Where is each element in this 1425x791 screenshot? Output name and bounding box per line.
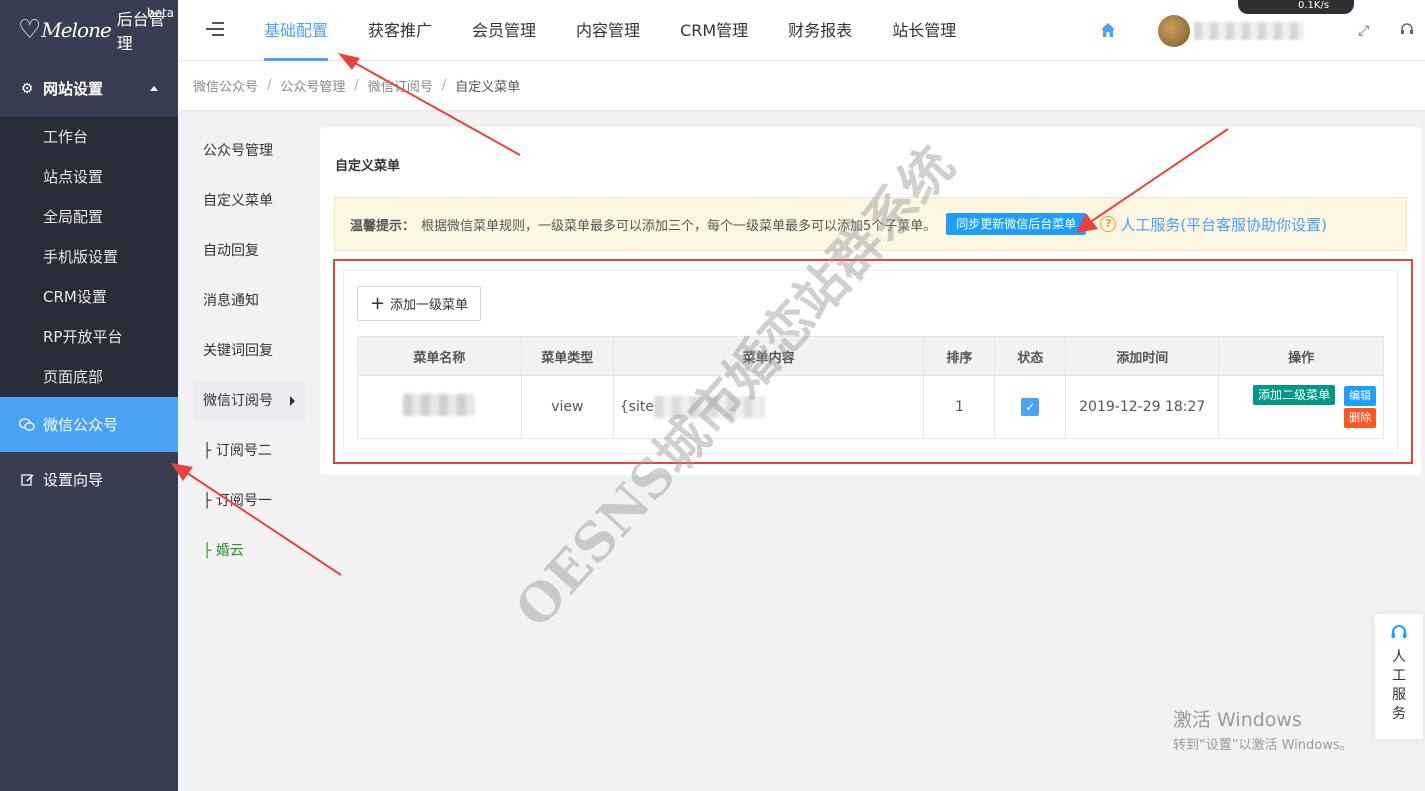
breadcrumb-current: 自定义菜单 xyxy=(455,80,521,95)
add-sub-menu-button[interactable]: 添加二级菜单 xyxy=(1253,385,1336,405)
table-row: view {site 1 ✓ 2019-12-29 18:27 添加二级菜单 编… xyxy=(357,375,1384,439)
sidebar-item-wechat[interactable]: 微信公众号 xyxy=(0,397,178,452)
add-button-label: 添加一级菜单 xyxy=(390,298,469,313)
status-checkbox[interactable]: ✓ xyxy=(1021,398,1040,416)
home-icon[interactable] xyxy=(1100,22,1116,38)
sidebar-item-label: 微信公众号 xyxy=(43,416,119,434)
caret-up-icon xyxy=(150,86,158,91)
menu-name-blurred xyxy=(403,394,476,416)
menu-content-prefix: {site xyxy=(619,399,654,415)
tab-crm-management[interactable]: CRM管理 xyxy=(664,0,764,61)
sidebar-sub-list: 工作台 站点设置 全局配置 手机版设置 CRM设置 RP开放平台 页面底部 xyxy=(0,117,178,397)
avatar[interactable] xyxy=(1158,15,1190,47)
tab-content-management[interactable]: 内容管理 xyxy=(560,0,656,61)
wechat-icon xyxy=(18,417,36,432)
beta-badge: beta xyxy=(146,6,174,20)
tip-banner: 温馨提示： 根据微信菜单规则，一级菜单最多可以添加三个，每个一级菜单最多可以添加… xyxy=(334,197,1407,251)
column-header: 操作 xyxy=(1218,336,1384,376)
submenu-hunyun[interactable]: ├ 婚云 xyxy=(193,531,305,571)
menu-type-cell: view xyxy=(520,375,614,439)
column-header: 菜单类型 xyxy=(520,336,614,376)
top-nav: 基础配置 获客推广 会员管理 内容管理 CRM管理 财务报表 站长管理 xyxy=(248,0,980,61)
breadcrumb-separator: / xyxy=(441,78,447,93)
delete-button[interactable]: 删除 xyxy=(1344,408,1377,428)
column-header: 菜单内容 xyxy=(612,336,925,376)
column-header: 状态 xyxy=(994,336,1067,376)
windows-activation-subtitle: 转到“设置”以激活 Windows。 xyxy=(1173,738,1353,753)
column-header: 排序 xyxy=(923,336,996,376)
logo-script: Melone xyxy=(41,18,111,42)
tab-admin-management[interactable]: 站长管理 xyxy=(876,0,972,61)
ops-cell: 添加二级菜单 编辑 删除 xyxy=(1218,375,1384,439)
question-icon: ? xyxy=(1100,216,1117,232)
sidebar: ♡ Melone 后台管理 beta ⚙ 网站设置 工作台 站点设置 全局配置 … xyxy=(0,0,178,791)
submenu-subscription-two[interactable]: ├ 订阅号二 xyxy=(193,431,305,471)
logo[interactable]: ♡ Melone 后台管理 beta xyxy=(0,0,178,60)
fullscreen-icon[interactable]: ⤢ xyxy=(1358,23,1369,39)
tab-customer-acquisition[interactable]: 获客推广 xyxy=(352,0,448,61)
panel-title: 自定义菜单 xyxy=(335,159,401,174)
breadcrumb-item[interactable]: 微信公众号 xyxy=(193,76,258,95)
plus-icon: + xyxy=(369,292,386,314)
sidebar-item-dashboard[interactable]: 工作台 xyxy=(0,117,178,157)
net-speed-widget: 0.1K/s xyxy=(1238,0,1354,14)
submenu-keyword-reply[interactable]: 关键词回复 xyxy=(193,331,305,371)
submenu-subscription[interactable]: 微信订阅号 xyxy=(193,381,305,421)
sidebar-group-site-settings[interactable]: ⚙ 网站设置 xyxy=(0,60,178,117)
sort-cell: 1 xyxy=(923,375,996,439)
top-header: 基础配置 获客推广 会员管理 内容管理 CRM管理 财务报表 站长管理 0.1K… xyxy=(178,0,1425,61)
sidebar-item-site-settings[interactable]: 站点设置 xyxy=(0,157,178,197)
edit-icon xyxy=(18,473,36,486)
sidebar-item-rp-platform[interactable]: RP开放平台 xyxy=(0,317,178,357)
submenu-auto-reply[interactable]: 自动回复 xyxy=(193,231,305,271)
service-label: 人工服务 xyxy=(1392,649,1406,722)
table-header-row: 菜单名称 菜单类型 菜单内容 排序 状态 添加时间 操作 xyxy=(357,336,1384,376)
sidebar-item-label: 设置向导 xyxy=(43,471,104,489)
menu-toggle-icon[interactable] xyxy=(206,22,224,40)
username-blurred[interactable] xyxy=(1194,22,1304,40)
sidebar-item-mobile-settings[interactable]: 手机版设置 xyxy=(0,237,178,277)
column-header: 添加时间 xyxy=(1065,336,1220,376)
menu-name-cell xyxy=(357,375,522,439)
gear-icon: ⚙ xyxy=(20,80,34,97)
breadcrumb-separator: / xyxy=(267,78,272,93)
menu-content-blurred xyxy=(653,396,764,418)
column-header: 菜单名称 xyxy=(357,336,522,376)
human-service-float-button[interactable]: 人工服务 xyxy=(1374,613,1424,740)
human-service-link[interactable]: ? 人工服务(平台客服协助你设置) xyxy=(1100,214,1327,235)
windows-activation-title: 激活 Windows xyxy=(1173,709,1302,731)
status-cell: ✓ xyxy=(994,375,1067,439)
headset-icon[interactable] xyxy=(1400,22,1414,40)
tip-text: 根据微信菜单规则，一级菜单最多可以添加三个，每个一级菜单最多可以添加5个子菜单。 xyxy=(421,218,937,234)
breadcrumb: 微信公众号 / 公众号管理 / 微信订阅号 / 自定义菜单 xyxy=(178,61,1425,111)
tab-member-management[interactable]: 会员管理 xyxy=(456,0,552,61)
headset-icon xyxy=(1375,624,1423,644)
tab-finance-reports[interactable]: 财务报表 xyxy=(772,0,868,61)
time-cell: 2019-12-29 18:27 xyxy=(1065,375,1220,439)
breadcrumb-item[interactable]: 微信订阅号 xyxy=(368,76,433,95)
submenu-message-notify[interactable]: 消息通知 xyxy=(193,281,305,321)
sidebar-group-label: 网站设置 xyxy=(43,80,104,98)
menu-content-cell: {site xyxy=(612,375,925,439)
submenu-subscription-one[interactable]: ├ 订阅号一 xyxy=(193,481,305,521)
submenu-account-management[interactable]: 公众号管理 xyxy=(193,131,305,171)
tab-basic-config[interactable]: 基础配置 xyxy=(248,0,344,61)
sidebar-item-crm-settings[interactable]: CRM设置 xyxy=(0,277,178,317)
breadcrumb-item[interactable]: 公众号管理 xyxy=(280,76,345,95)
tip-label: 温馨提示： xyxy=(350,218,416,234)
secondary-menu: 公众号管理 自定义菜单 自动回复 消息通知 关键词回复 微信订阅号 ├ 订阅号二… xyxy=(193,131,305,581)
menu-table: 菜单名称 菜单类型 菜单内容 排序 状态 添加时间 操作 view {site … xyxy=(357,336,1384,439)
sidebar-item-footer[interactable]: 页面底部 xyxy=(0,357,178,397)
help-text: 人工服务(平台客服协助你设置) xyxy=(1120,215,1328,234)
breadcrumb-separator: / xyxy=(354,78,359,93)
sync-wechat-menu-button[interactable]: 同步更新微信后台菜单 xyxy=(946,213,1087,235)
windows-activation-notice: 激活 Windows 转到“设置”以激活 Windows。 xyxy=(1173,705,1353,753)
sidebar-item-setup-wizard[interactable]: 设置向导 xyxy=(0,452,178,507)
submenu-custom-menu[interactable]: 自定义菜单 xyxy=(193,181,305,221)
sidebar-item-global-config[interactable]: 全局配置 xyxy=(0,197,178,237)
add-first-level-menu-button[interactable]: + 添加一级菜单 xyxy=(357,286,481,321)
edit-button[interactable]: 编辑 xyxy=(1344,386,1377,406)
heart-logo-icon: ♡ xyxy=(18,15,42,45)
